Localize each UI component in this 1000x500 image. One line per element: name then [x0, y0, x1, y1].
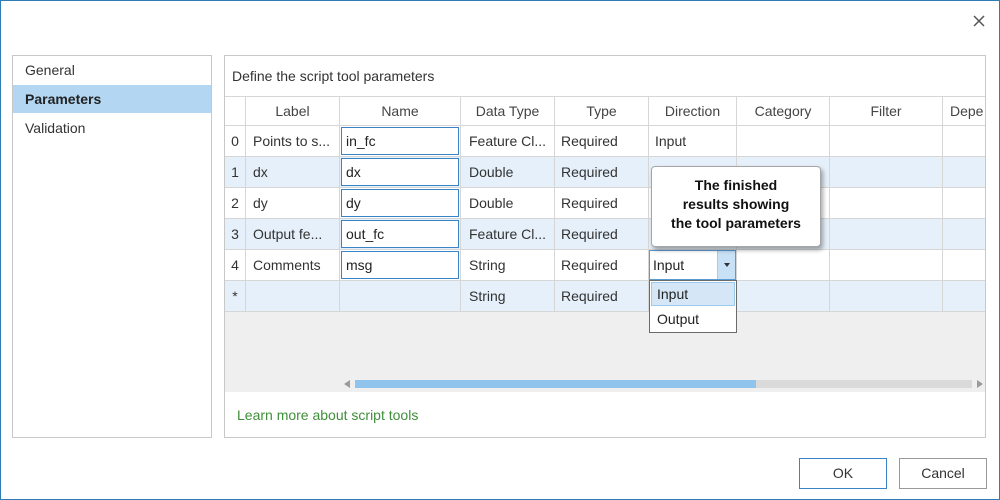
- direction-cell[interactable]: Input: [649, 250, 737, 280]
- table-row[interactable]: 2 dy dy Double Required: [225, 188, 985, 219]
- data-type-cell[interactable]: String: [461, 250, 555, 280]
- filter-cell[interactable]: [830, 188, 943, 218]
- scrollbar-thumb[interactable]: [355, 380, 756, 388]
- direction-cell[interactable]: Input: [649, 126, 737, 156]
- direction-dropdown-list: Input Output: [649, 280, 737, 333]
- filter-cell[interactable]: [830, 281, 943, 311]
- name-cell[interactable]: in_fc: [340, 126, 461, 156]
- callout-line: the tool parameters: [671, 215, 801, 231]
- column-header-dependency[interactable]: Depe: [943, 97, 985, 125]
- name-input[interactable]: dx: [341, 158, 459, 186]
- parameters-table: Label Name Data Type Type Direction Cate…: [225, 96, 985, 392]
- sidebar-item-general[interactable]: General: [13, 56, 211, 84]
- callout-line: The finished: [694, 177, 778, 193]
- label-cell[interactable]: Points to s...: [246, 126, 340, 156]
- column-header-name[interactable]: Name: [340, 97, 461, 125]
- row-index[interactable]: 3: [225, 219, 246, 249]
- name-cell[interactable]: dy: [340, 188, 461, 218]
- sidebar-item-parameters[interactable]: Parameters: [13, 85, 211, 113]
- category-cell[interactable]: [737, 250, 830, 280]
- sidebar: General Parameters Validation: [12, 55, 212, 438]
- type-cell[interactable]: Required: [555, 250, 649, 280]
- dropdown-option-output[interactable]: Output: [651, 307, 735, 331]
- chevron-down-icon: [724, 263, 730, 267]
- category-cell[interactable]: [737, 281, 830, 311]
- dependency-cell[interactable]: [943, 126, 985, 156]
- panel-heading: Define the script tool parameters: [232, 68, 435, 84]
- name-cell[interactable]: dx: [340, 157, 461, 187]
- type-cell[interactable]: Required: [555, 219, 649, 249]
- name-cell[interactable]: out_fc: [340, 219, 461, 249]
- type-cell[interactable]: Required: [555, 188, 649, 218]
- type-cell[interactable]: Required: [555, 126, 649, 156]
- cancel-button[interactable]: Cancel: [899, 458, 987, 489]
- scroll-left-arrow-icon[interactable]: [344, 380, 350, 388]
- name-input[interactable]: out_fc: [341, 220, 459, 248]
- table-row[interactable]: 1 dx dx Double Required: [225, 157, 985, 188]
- row-index[interactable]: *: [225, 281, 246, 311]
- data-type-cell[interactable]: Feature Cl...: [461, 126, 555, 156]
- header-corner: [225, 97, 246, 125]
- table-row[interactable]: 4 Comments msg String Required Input: [225, 250, 985, 281]
- dependency-cell[interactable]: [943, 250, 985, 280]
- filter-cell[interactable]: [830, 250, 943, 280]
- new-table-row[interactable]: * String Required: [225, 281, 985, 312]
- learn-more-link[interactable]: Learn more about script tools: [237, 405, 418, 425]
- row-index[interactable]: 0: [225, 126, 246, 156]
- sidebar-item-validation[interactable]: Validation: [13, 114, 211, 142]
- column-header-data-type[interactable]: Data Type: [461, 97, 555, 125]
- filter-cell[interactable]: [830, 219, 943, 249]
- filter-cell[interactable]: [830, 126, 943, 156]
- dependency-cell[interactable]: [943, 281, 985, 311]
- ok-button[interactable]: OK: [799, 458, 887, 489]
- row-index[interactable]: 2: [225, 188, 246, 218]
- column-header-filter[interactable]: Filter: [830, 97, 943, 125]
- column-header-direction[interactable]: Direction: [649, 97, 737, 125]
- direction-combobox[interactable]: Input: [649, 250, 736, 280]
- name-cell[interactable]: [340, 281, 461, 311]
- dependency-cell[interactable]: [943, 188, 985, 218]
- close-button[interactable]: [969, 11, 989, 31]
- label-cell[interactable]: Output fe...: [246, 219, 340, 249]
- scroll-right-arrow-icon[interactable]: [977, 380, 983, 388]
- data-type-cell[interactable]: Double: [461, 157, 555, 187]
- name-input[interactable]: msg: [341, 251, 459, 279]
- data-type-cell[interactable]: Feature Cl...: [461, 219, 555, 249]
- direction-combobox-value: Input: [653, 257, 685, 273]
- parameters-panel: Define the script tool parameters Label …: [224, 55, 986, 438]
- callout-line: results showing: [682, 196, 790, 212]
- name-cell[interactable]: msg: [340, 250, 461, 280]
- label-cell[interactable]: dx: [246, 157, 340, 187]
- horizontal-scrollbar[interactable]: [340, 377, 985, 391]
- filter-cell[interactable]: [830, 157, 943, 187]
- table-row[interactable]: 0 Points to s... in_fc Feature Cl... Req…: [225, 126, 985, 157]
- row-index[interactable]: 1: [225, 157, 246, 187]
- direction-dropdown-button[interactable]: [717, 251, 735, 279]
- callout-tooltip: The finished results showing the tool pa…: [651, 166, 821, 247]
- label-cell[interactable]: [246, 281, 340, 311]
- row-index[interactable]: 4: [225, 250, 246, 280]
- table-row[interactable]: 3 Output fe... out_fc Feature Cl... Requ…: [225, 219, 985, 250]
- dependency-cell[interactable]: [943, 157, 985, 187]
- name-input[interactable]: in_fc: [341, 127, 459, 155]
- type-cell[interactable]: Required: [555, 281, 649, 311]
- column-header-type[interactable]: Type: [555, 97, 649, 125]
- dropdown-option-input[interactable]: Input: [651, 282, 735, 306]
- data-type-cell[interactable]: Double: [461, 188, 555, 218]
- close-icon: [973, 15, 985, 27]
- type-cell[interactable]: Required: [555, 157, 649, 187]
- category-cell[interactable]: [737, 126, 830, 156]
- column-header-label[interactable]: Label: [246, 97, 340, 125]
- label-cell[interactable]: dy: [246, 188, 340, 218]
- dependency-cell[interactable]: [943, 219, 985, 249]
- column-header-category[interactable]: Category: [737, 97, 830, 125]
- label-cell[interactable]: Comments: [246, 250, 340, 280]
- name-input[interactable]: dy: [341, 189, 459, 217]
- table-header-row: Label Name Data Type Type Direction Cate…: [225, 96, 985, 126]
- data-type-cell[interactable]: String: [461, 281, 555, 311]
